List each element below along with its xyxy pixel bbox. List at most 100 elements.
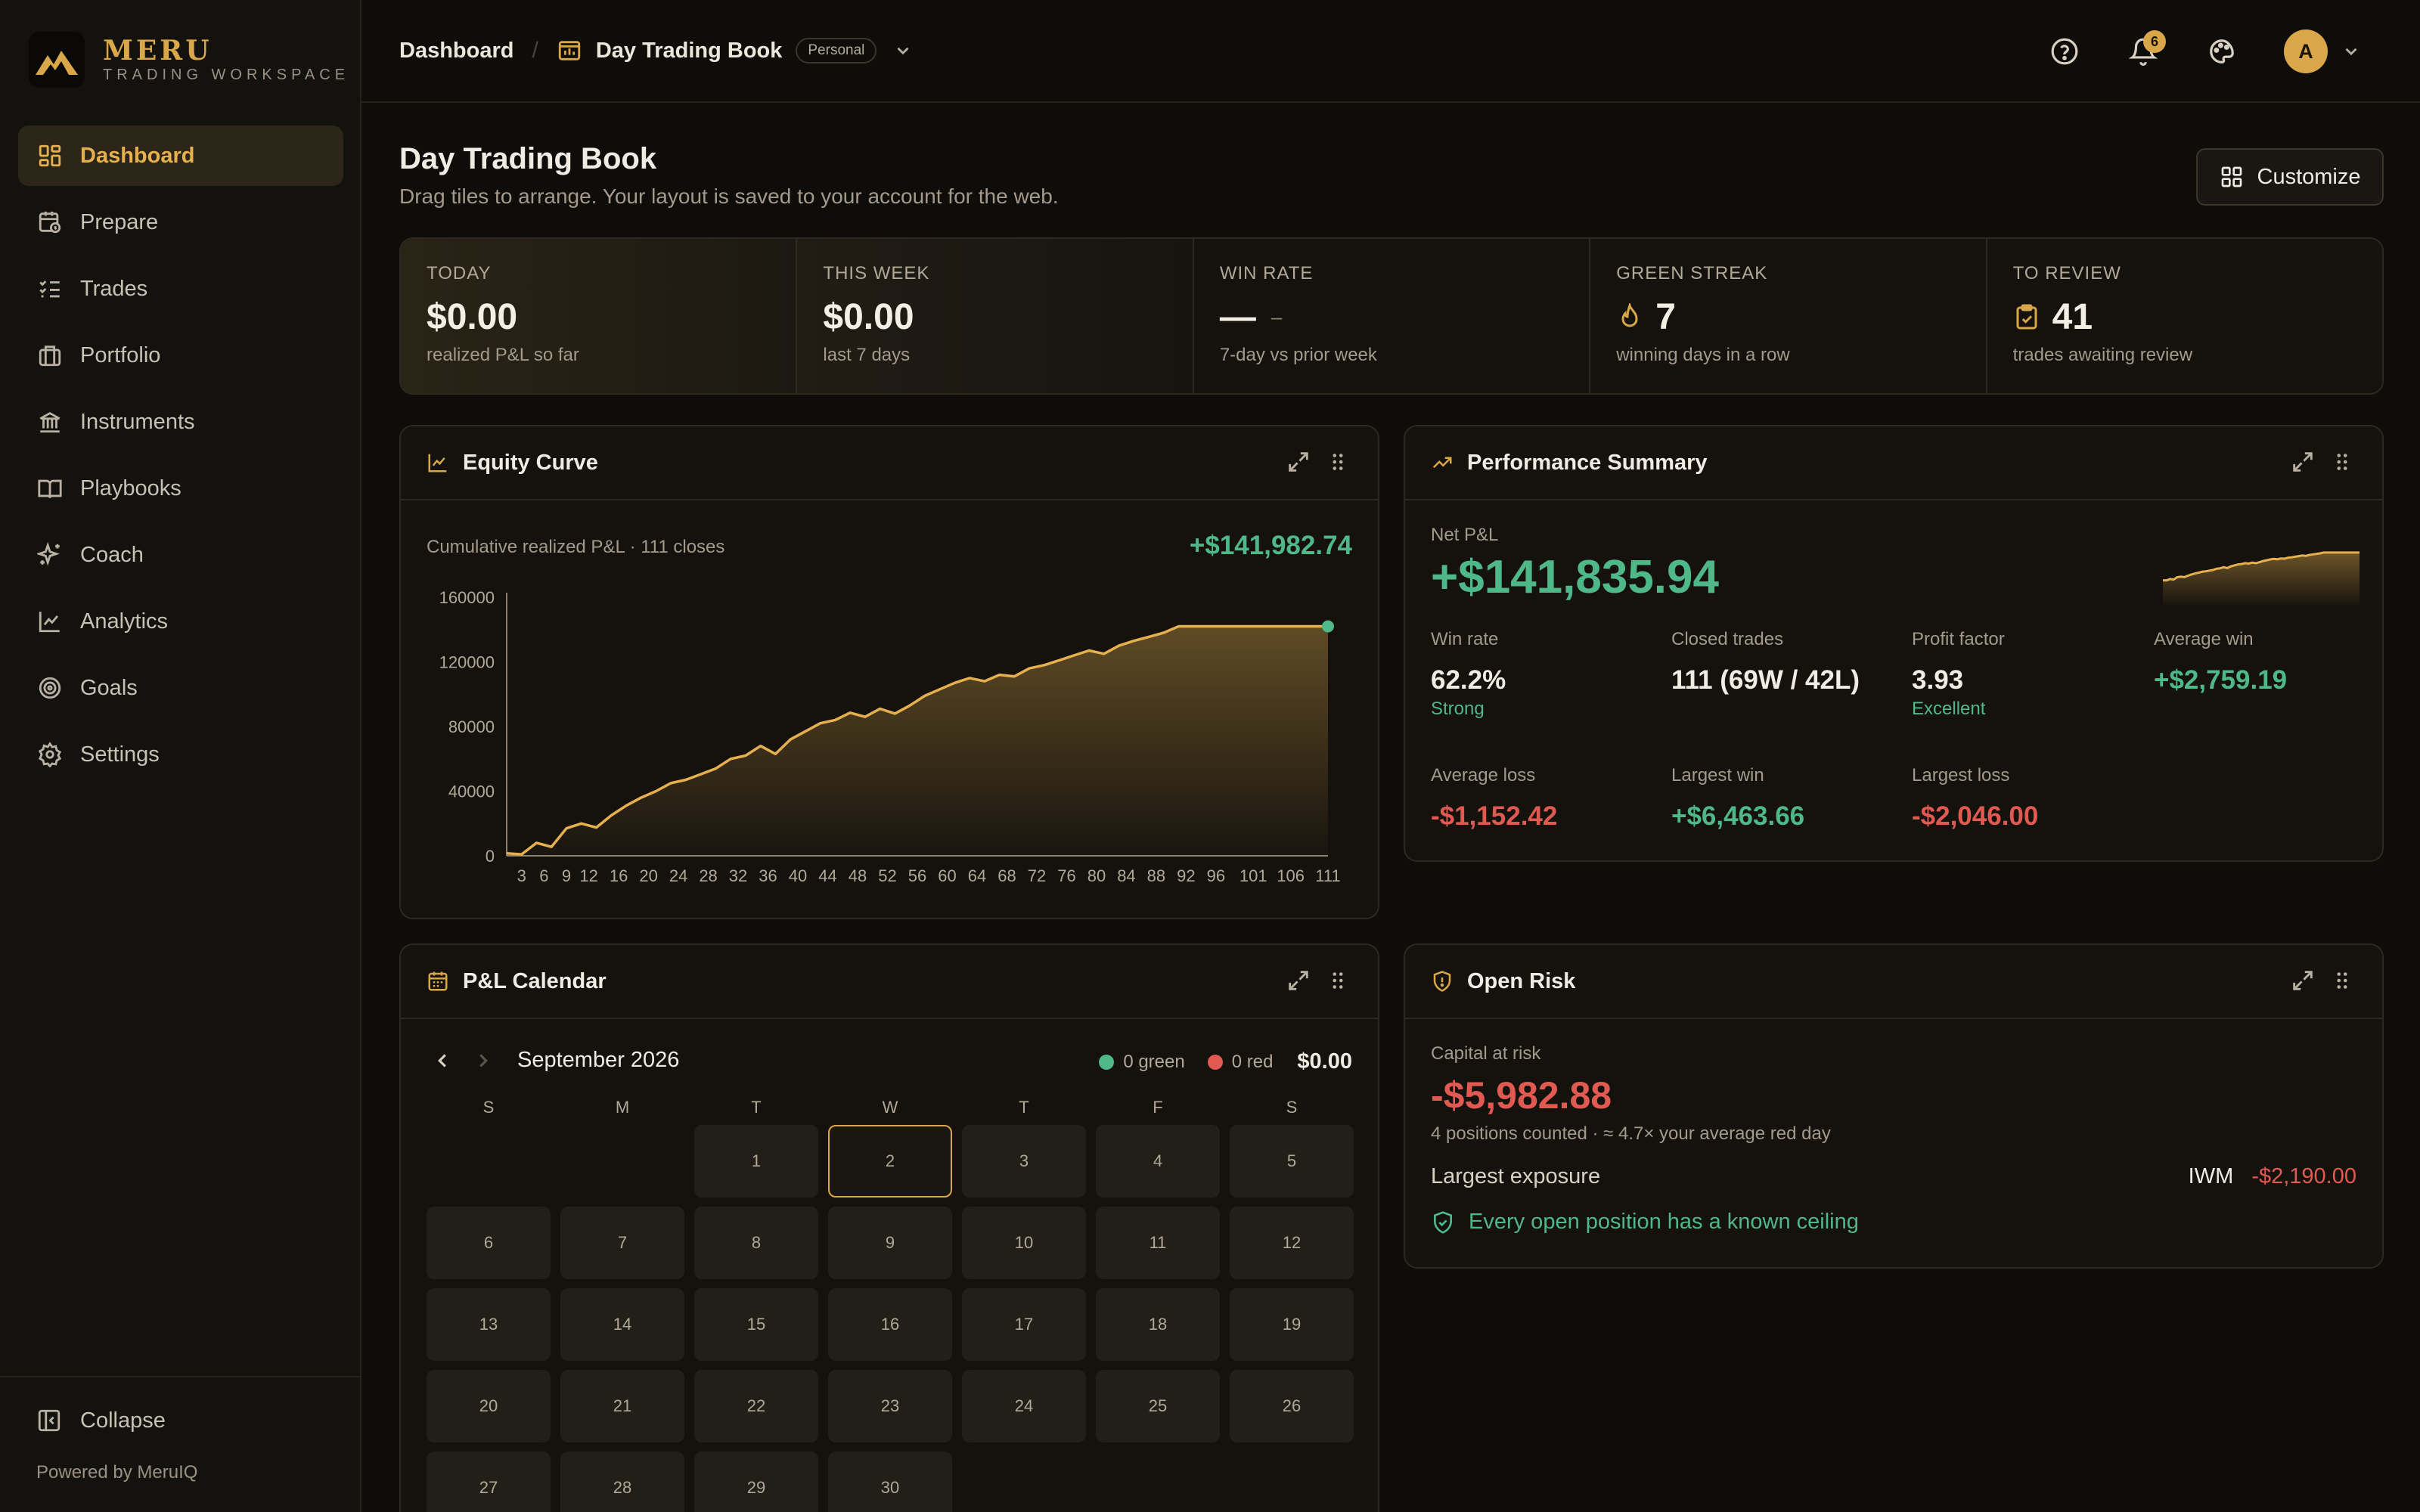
chevron-right-icon[interactable] — [472, 1049, 495, 1072]
calendar-day[interactable]: 11 — [1096, 1207, 1220, 1279]
sidebar: MERU TRADING WORKSPACE Dashboard Prepare… — [0, 0, 361, 1512]
sidebar-item-playbooks[interactable]: Playbooks — [18, 458, 343, 519]
sidebar-item-label: Playbooks — [80, 476, 182, 500]
kpi-strip: TODAY $0.00 realized P&L so far THIS WEE… — [399, 237, 2384, 395]
x-tick-label: 40 — [789, 866, 807, 885]
stat-value: +$2,759.19 — [2154, 665, 2288, 695]
calendar-day[interactable]: 1 — [694, 1125, 818, 1198]
weekday-label: F — [1153, 1098, 1163, 1117]
chevron-left-icon[interactable] — [431, 1049, 454, 1072]
calendar-day-today[interactable]: 2 — [828, 1125, 952, 1198]
customize-button[interactable]: Customize — [2196, 148, 2384, 206]
x-tick-label: 36 — [759, 866, 777, 885]
calendar-day[interactable]: 30 — [828, 1452, 952, 1512]
kpi-value: $0.00 — [427, 296, 518, 337]
stat-label: Win rate — [1431, 629, 1499, 649]
calendar-day[interactable]: 8 — [694, 1207, 818, 1279]
x-tick-label: 3 — [517, 866, 526, 885]
target-icon — [36, 674, 64, 702]
calendar-day[interactable]: 27 — [427, 1452, 551, 1512]
calendar-day[interactable]: 21 — [560, 1370, 684, 1442]
sidebar-item-dashboard[interactable]: Dashboard — [18, 125, 343, 186]
theme-button[interactable] — [2198, 27, 2246, 76]
calendar-day[interactable]: 3 — [962, 1125, 1086, 1198]
expand-icon[interactable] — [1286, 449, 1311, 475]
sidebar-item-prepare[interactable]: Prepare — [18, 192, 343, 253]
sidebar-item-trades[interactable]: Trades — [18, 259, 343, 319]
x-tick-label: 48 — [849, 866, 867, 885]
y-tick-label: 0 — [486, 847, 495, 866]
calendar-nav: September 2026 — [431, 1048, 679, 1073]
drag-handle-icon[interactable] — [2329, 968, 2355, 993]
dashboard-icon — [36, 142, 64, 169]
card-tools — [2276, 449, 2355, 475]
calendar-day[interactable]: 17 — [962, 1288, 1086, 1361]
drag-handle-icon[interactable] — [1325, 449, 1351, 475]
sidebar-item-goals[interactable]: Goals — [18, 658, 343, 718]
sidebar-item-portfolio[interactable]: Portfolio — [18, 325, 343, 386]
y-tick-label: 80000 — [448, 717, 495, 736]
calendar-day[interactable]: 29 — [694, 1452, 818, 1512]
calendar-day[interactable]: 22 — [694, 1370, 818, 1442]
drag-handle-icon[interactable] — [1325, 968, 1351, 993]
calendar-day[interactable]: 5 — [1230, 1125, 1354, 1198]
calendar-day[interactable]: 24 — [962, 1370, 1086, 1442]
expand-icon[interactable] — [2290, 968, 2316, 993]
calendar-month: September 2026 — [517, 1048, 680, 1072]
calendar-day[interactable]: 26 — [1230, 1370, 1354, 1442]
x-tick-label: 56 — [908, 866, 926, 885]
card-tools — [1272, 968, 1351, 993]
calendar-day[interactable]: 18 — [1096, 1288, 1220, 1361]
kpi-label: THIS WEEK — [823, 263, 930, 284]
kpi-value: 41 — [2013, 295, 2356, 339]
net-pnl: Net P&L +$141,835.94 — [1431, 525, 1719, 604]
x-tick-label: 6 — [539, 866, 548, 885]
expand-icon[interactable] — [2290, 449, 2316, 475]
clipboard-check-icon — [2016, 304, 2037, 330]
kpi-value: 7 — [1616, 295, 1959, 339]
calendar-day[interactable]: 23 — [828, 1370, 952, 1442]
x-tick-label: 28 — [699, 866, 717, 885]
expand-icon[interactable] — [1286, 968, 1311, 993]
sidebar-item-settings[interactable]: Settings — [18, 724, 343, 785]
drag-handle-icon[interactable] — [2329, 449, 2355, 475]
breadcrumb-root[interactable]: Dashboard — [399, 39, 513, 64]
calendar-day[interactable]: 19 — [1230, 1288, 1354, 1361]
stat-qualifier: Strong — [1431, 699, 1485, 719]
flame-icon — [1621, 303, 1638, 327]
calendar-day[interactable]: 20 — [427, 1370, 551, 1442]
calendar-day[interactable]: 25 — [1096, 1370, 1220, 1442]
top-actions: 6 A — [2010, 27, 2361, 76]
chevron-down-icon[interactable] — [893, 41, 913, 60]
kpi-to-review[interactable]: TO REVIEW 41 trades awaiting review — [1987, 239, 2382, 393]
sidebar-item-analytics[interactable]: Analytics — [18, 591, 343, 652]
calendar-day[interactable]: 4 — [1096, 1125, 1220, 1198]
stat-qualifier: Excellent — [1912, 699, 1986, 719]
calendar-day[interactable]: 14 — [560, 1288, 684, 1361]
calendar-day[interactable]: 6 — [427, 1207, 551, 1279]
chevron-down-icon[interactable] — [2341, 42, 2361, 61]
calendar-day[interactable]: 10 — [962, 1207, 1086, 1279]
sidebar-item-instruments[interactable]: Instruments — [18, 392, 343, 452]
help-circle-icon — [2051, 38, 2078, 65]
calendar-day[interactable]: 28 — [560, 1452, 684, 1512]
notifications-button[interactable]: 6 — [2119, 27, 2167, 76]
stat-value: 62.2% — [1431, 665, 1506, 695]
collapse-button[interactable]: Collapse — [36, 1408, 166, 1433]
card-title: P&L Calendar — [463, 968, 607, 993]
x-tick-label: 44 — [818, 866, 836, 885]
sidebar-item-coach[interactable]: Coach — [18, 525, 343, 585]
calendar-legend: 0 green 0 red $0.00 — [1099, 1049, 1352, 1074]
calendar-day[interactable]: 12 — [1230, 1207, 1354, 1279]
calendar-day[interactable]: 7 — [560, 1207, 684, 1279]
shield-check-icon — [1434, 1210, 1452, 1234]
brand[interactable]: MERU TRADING WORKSPACE — [29, 32, 349, 88]
avatar[interactable]: A — [2284, 29, 2328, 73]
calendar-day[interactable]: 9 — [828, 1207, 952, 1279]
calendar-day[interactable]: 16 — [828, 1288, 952, 1361]
calendar-day[interactable]: 15 — [694, 1288, 818, 1361]
calendar-day[interactable]: 13 — [427, 1288, 551, 1361]
help-button[interactable] — [2040, 27, 2089, 76]
book-selector[interactable]: Day Trading Book — [596, 39, 783, 64]
topbar: Dashboard / Day Trading Book Personal 6 … — [361, 0, 2420, 103]
